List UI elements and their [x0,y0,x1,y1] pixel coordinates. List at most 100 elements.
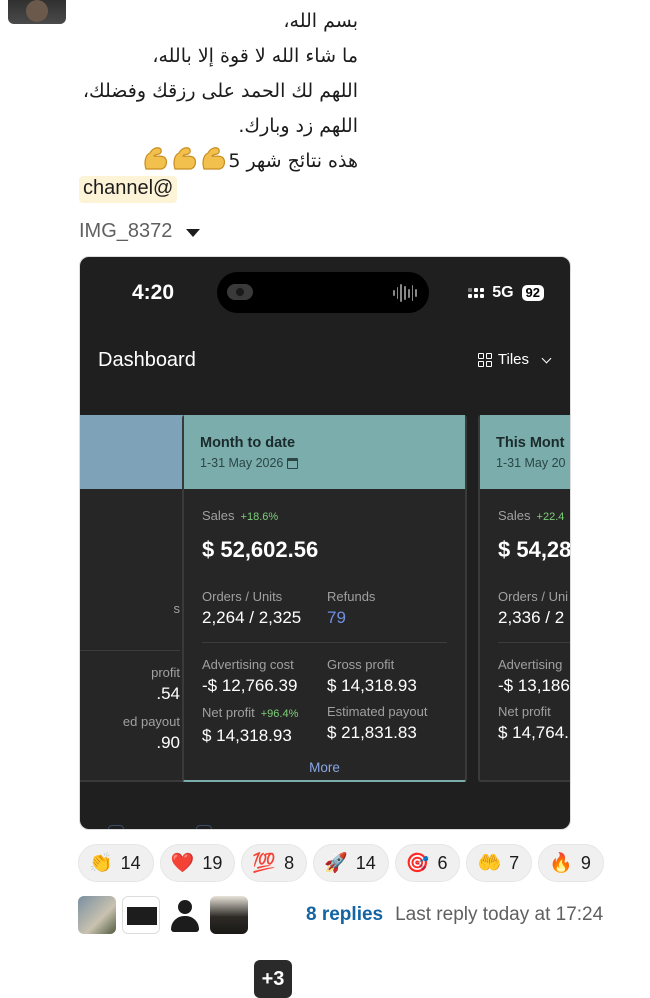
orders-value: 2,264 / 2,325 [202,608,302,627]
calendar-icon [287,457,299,469]
camera-icon [227,284,253,300]
payout-label-partial: ed payout [122,714,180,729]
bottom-tab-bar [108,825,212,829]
ad-cost-label: Advertising cost [202,657,294,672]
dashboard-card-this-month[interactable]: This Mont 1-31 May 20 Sales +22.4 $ 54,28… [478,415,571,782]
sales-label: Sales [498,508,531,523]
battery-icon: 92 [521,285,544,301]
reaction-count: 19 [202,852,223,873]
tiles-view-selector[interactable]: Tiles [477,351,552,368]
message-line-4: اللهم زد وبارك. [238,115,358,137]
card-body: s profit .54 ed payout .90 [80,489,198,771]
reaction-count: 8 [284,852,295,873]
flexed-biceps-icon [144,147,168,170]
reaction-count: 14 [120,852,141,873]
reaction-heart[interactable]: ❤️ 19 [159,844,236,882]
refunds-value[interactable]: 79 [327,608,375,628]
payout-value-partial: .90 [156,733,180,752]
gross-profit-value: $ 14,318.93 [327,676,417,695]
sender-avatar[interactable] [8,0,66,24]
direct-hit-icon: 🎯 [405,852,430,874]
participant-avatar [122,896,160,934]
participant-avatar [78,896,116,934]
tiles-label: Tiles [497,351,529,368]
card-header: Month to date 1-31 May 2026 [184,415,465,489]
message-line-1: بسم الله، [283,10,358,32]
message-line-3: اللهم لك الحمد على رزقك وفضلك، [82,80,358,102]
dashboard-title: Dashboard [98,349,196,371]
attachment-header[interactable]: IMG_8372 [79,220,201,243]
orders-label: Orders / Uni [498,589,569,604]
attachment-file-name[interactable]: IMG_8372 [79,220,172,243]
palms-up-icon: 🤲 [477,852,502,874]
thread-summary[interactable]: +3 8 replies Last reply today at 17:24 [78,896,604,998]
net-profit-label-partial: profit [151,665,180,680]
net-profit-value: $ 14,318.93 [202,726,292,745]
network-label: 5G [492,284,514,301]
sales-value: $ 52,602.56 [202,537,319,562]
reaction-fire[interactable]: 🔥 9 [538,844,604,882]
orders-value: 2,336 / 2 [498,608,565,627]
rocket-icon: 🚀 [324,852,348,874]
tab-icon [108,825,124,829]
ad-cost-value: -$ 12,766.39 [202,676,298,695]
card-header [80,415,198,489]
status-time: 4:20 [132,281,175,304]
card-body: Sales +22.4 $ 54,28 Orders / Uni 2,336 / … [480,489,571,761]
attached-image[interactable]: 4:20 5G 92 Dashboard Tiles s profit .54 … [79,256,571,830]
card-date: 1-31 May 20 [496,456,566,470]
channel-mention[interactable]: channel@ [79,176,178,203]
flexed-biceps-icon [173,147,197,170]
dashboard-card-month-to-date[interactable]: Month to date 1-31 May 2026 Sales +18.6% … [182,415,467,782]
card-date: 1-31 May 2026 [200,456,449,470]
reactions-bar: 👏 14 ❤️ 19 💯 8 🚀 14 🎯 6 🤲 7 🔥 9 [78,844,604,882]
sales-label: Sales [202,508,235,523]
message-line-5: هذه نتائج شهر 5 [78,144,358,179]
reaction-count: 14 [355,852,376,873]
clap-icon: 👏 [89,852,113,874]
net-profit-change: +96.4% [260,708,299,720]
heart-icon: ❤️ [170,852,195,874]
payout-value: $ 21,831.83 [327,723,417,742]
tab-icon [196,825,212,829]
reaction-hundred[interactable]: 💯 8 [241,844,308,882]
reaction-count: 7 [509,852,520,873]
reaction-direct-hit[interactable]: 🎯 6 [394,844,461,882]
message-line-2: ما شاء الله لا قوة إلا بالله، [152,45,358,67]
tiles-grid-icon [477,352,492,367]
card-header: This Mont 1-31 May 20 [480,415,570,489]
net-profit-label: Net profit [202,705,255,720]
caret-down-icon[interactable] [186,228,201,237]
hundred-points-icon: 💯 [252,852,277,874]
card-date-text: 1-31 May 2026 [200,456,284,470]
signal-icon [468,288,485,298]
net-profit-value-partial: .54 [156,684,180,703]
chevron-down-icon [541,353,552,363]
more-link[interactable]: More [202,760,447,775]
card-title: Month to date [200,435,296,451]
reaction-clap[interactable]: 👏 14 [78,844,154,882]
orders-label-partial: s [173,601,181,616]
status-indicators: 5G 92 [468,284,544,302]
ad-cost-label: Advertising [498,657,563,672]
reaction-count: 9 [580,852,591,873]
sales-change: +18.6% [240,511,279,523]
reaction-palms-up[interactable]: 🤲 7 [466,844,533,882]
message-line-5-text: هذه نتائج شهر 5 [228,150,358,172]
extra-participants-badge: +3 [254,960,292,998]
sales-value: $ 54,28 [498,537,571,562]
net-profit-value: $ 14,764. [498,723,569,742]
orders-label: Orders / Units [202,589,283,604]
last-reply-time: Last reply today at 17:24 [395,904,604,925]
fire-icon: 🔥 [549,852,573,874]
reaction-rocket[interactable]: 🚀 14 [313,844,389,882]
card-body: Sales +18.6% $ 52,602.56 Orders / Units 2… [184,489,465,793]
participant-avatar [166,896,204,934]
message-text: بسم الله، ما شاء الله لا قوة إلا بالله، … [78,4,358,179]
replies-link[interactable]: 8 replies [306,904,383,926]
flexed-biceps-icon [202,147,226,170]
gross-profit-label: Gross profit [327,657,395,672]
ad-cost-value: -$ 13,186 [498,676,570,695]
payout-label: Estimated payout [327,704,428,719]
net-profit-label: Net profit [498,704,551,719]
